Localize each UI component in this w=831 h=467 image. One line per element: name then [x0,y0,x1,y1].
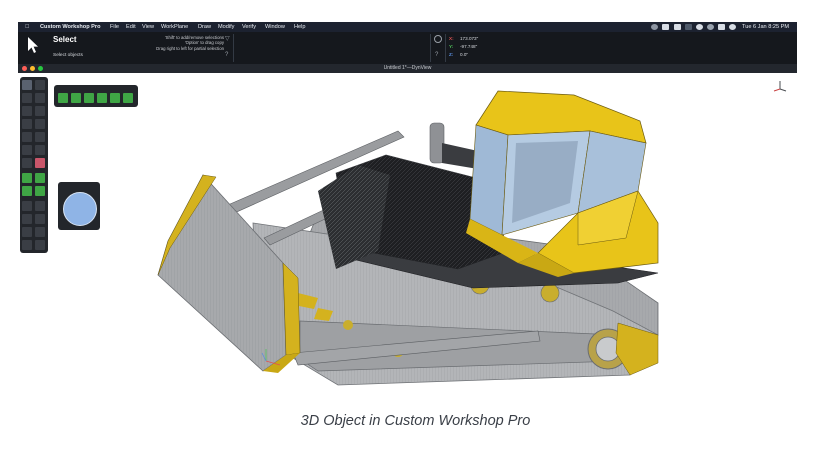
bulldozer-model [157,90,659,386]
tool-button[interactable] [35,158,45,168]
close-button[interactable] [22,66,27,71]
tool-hints: 'Shift' to add/remove selections 'Option… [156,35,224,51]
tool-button[interactable] [22,240,32,250]
apple-icon[interactable]:  [25,22,29,32]
tool-button[interactable] [35,80,45,90]
window-title: Untitled 1*—DynView [383,65,432,71]
tool-button[interactable] [35,240,45,250]
tool-button[interactable] [35,93,45,103]
wifi-icon[interactable] [696,24,703,30]
hint-partial: Drag right to left for partial selection [156,45,224,51]
x-value: 173.073" [460,36,479,41]
tool-status: Select objects [53,53,83,58]
trackball-icon[interactable] [63,192,97,226]
z-label: Z: [449,52,454,57]
status-icon[interactable] [662,24,669,30]
solid-tool-button[interactable] [35,173,45,183]
menu-edit[interactable]: Edit [126,22,136,32]
menu-draw[interactable]: Draw [198,22,211,32]
tool-button[interactable] [22,145,32,155]
tool-button[interactable] [22,158,32,168]
z-value: 0.0" [460,52,469,57]
view-orientation-icon[interactable] [772,79,788,93]
tool-button[interactable] [22,201,32,211]
siri-icon[interactable] [729,24,736,30]
tool-palette [20,77,48,253]
search-icon[interactable] [707,24,714,30]
torus-tool-icon[interactable] [123,93,133,103]
operator-cab [466,90,659,277]
tool-button[interactable] [22,119,32,129]
status-icon[interactable] [651,24,658,30]
menu-workplane[interactable]: WorkPlane [161,22,188,32]
tool-button[interactable] [22,214,32,224]
tool-button[interactable] [35,106,45,116]
tool-button[interactable] [35,119,45,129]
zoom-button[interactable] [38,66,43,71]
status-icon[interactable] [685,24,692,30]
dynview-viewport[interactable] [18,73,797,409]
status-icon[interactable] [674,24,681,30]
snap-icon[interactable] [434,35,442,43]
menu-view[interactable]: View [142,22,154,32]
tool-button[interactable] [35,201,45,211]
cone-tool-icon[interactable] [58,93,68,103]
help-icon[interactable]: ? [225,52,228,58]
menu-bar:  Custom Workshop Pro File Edit View Wor… [18,22,797,32]
coords-help-icon[interactable]: ? [435,52,438,58]
select-tool-icon [28,37,38,53]
tool-button[interactable] [35,214,45,224]
tool-button[interactable] [35,145,45,155]
y-label: Y: [449,44,454,49]
y-value: -97.748" [460,44,478,49]
window-titlebar: Untitled 1*—DynView [18,64,797,73]
menu-window[interactable]: Window [265,22,285,32]
solid-tool-button[interactable] [22,186,32,196]
screenshot:  Custom Workshop Pro File Edit View Wor… [18,22,797,409]
select-arrow-icon[interactable] [22,80,32,90]
tool-button[interactable] [22,106,32,116]
tool-info-bar: Select Select objects 'Shift' to add/rem… [18,32,797,64]
sphere-tool-icon[interactable] [84,93,94,103]
tool-button[interactable] [22,227,32,237]
tool-button[interactable] [22,93,32,103]
x-label: X: [449,36,454,41]
dozer-blade [157,174,301,373]
view-rotate-palette [58,182,100,230]
tool-button[interactable] [35,227,45,237]
figure-caption: 3D Object in Custom Workshop Pro [300,413,531,429]
tool-button[interactable] [35,132,45,142]
tool-title: Select [53,35,77,44]
menu-help[interactable]: Help [294,22,306,32]
menu-file[interactable]: File [110,22,119,32]
menu-verify[interactable]: Verify [242,22,256,32]
box-tool-icon[interactable] [110,93,120,103]
wedge-tool-icon[interactable] [71,93,81,103]
solid-tool-button[interactable] [22,173,32,183]
menu-modify[interactable]: Modify [218,22,234,32]
cylinder-tool-icon[interactable] [97,93,107,103]
app-menu[interactable]: Custom Workshop Pro [40,22,101,32]
solid-tool-button[interactable] [35,186,45,196]
solids-flyout-palette [54,85,138,107]
minimize-button[interactable] [30,66,35,71]
control-center-icon[interactable] [718,24,725,30]
tool-button[interactable] [22,132,32,142]
clock[interactable]: Tue 6 Jan 8:25 PM [742,22,789,32]
filter-icon[interactable]: ▽ [225,35,230,42]
